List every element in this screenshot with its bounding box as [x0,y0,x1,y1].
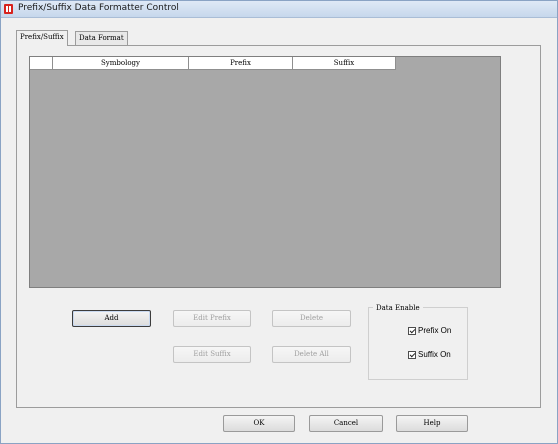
column-header-symbology[interactable]: Symbology [53,57,189,70]
suffix-on-checkbox[interactable] [408,350,416,359]
prefix-suffix-table[interactable]: Symbology Prefix Suffix [29,56,501,288]
tab-prefix-suffix[interactable]: Prefix/Suffix [16,30,68,46]
column-header-prefix[interactable]: Prefix [189,57,293,70]
app-logo-icon [4,4,13,14]
delete-all-button[interactable]: Delete All [272,346,351,363]
column-header-suffix[interactable]: Suffix [293,57,396,70]
prefix-on-checkbox[interactable] [408,326,416,335]
window-title: Prefix/Suffix Data Formatter Control [18,3,179,13]
ok-button[interactable]: OK [223,415,295,432]
add-button[interactable]: Add [72,310,151,327]
suffix-on-checkbox-row[interactable]: Suffix On [408,350,451,359]
dialog-client-area: Prefix/Suffix Data Format Symbology Pref… [1,18,557,443]
prefix-on-checkbox-row[interactable]: Prefix On [408,326,451,335]
prefix-on-label: Prefix On [418,326,452,335]
dialog-window: Prefix/Suffix Data Formatter Control Pre… [0,0,558,444]
edit-prefix-button[interactable]: Edit Prefix [173,310,251,327]
data-enable-title: Data Enable [373,304,423,312]
column-header-row-selector[interactable] [30,57,53,70]
suffix-on-label: Suffix On [418,350,451,359]
cancel-button[interactable]: Cancel [309,415,383,432]
help-button[interactable]: Help [396,415,468,432]
table-header: Symbology Prefix Suffix [30,57,396,70]
title-bar[interactable]: Prefix/Suffix Data Formatter Control [1,1,557,18]
edit-suffix-button[interactable]: Edit Suffix [173,346,251,363]
delete-button[interactable]: Delete [272,310,351,327]
tab-data-format[interactable]: Data Format [75,31,128,46]
data-enable-group [368,307,468,380]
